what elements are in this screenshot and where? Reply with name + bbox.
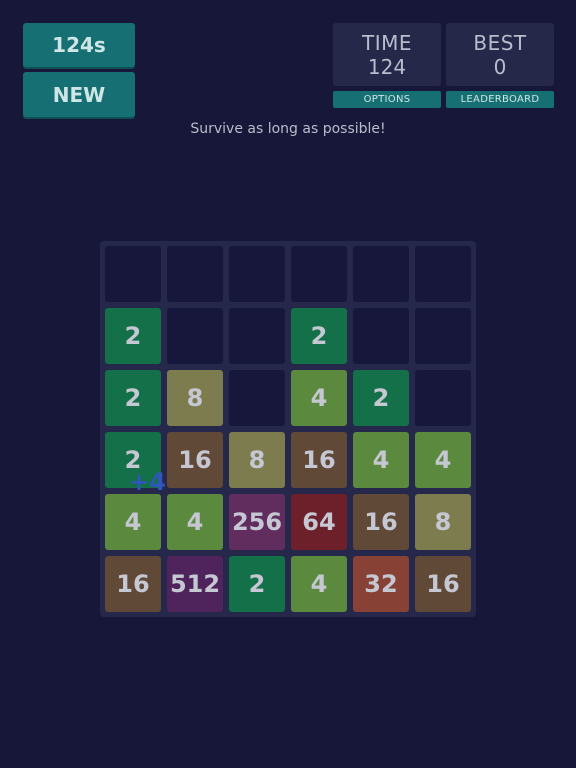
board-cell bbox=[229, 308, 285, 364]
tile-4: 4 bbox=[353, 432, 409, 488]
tile-512: 512 bbox=[167, 556, 223, 612]
tile-4: 4 bbox=[291, 556, 347, 612]
board-cell bbox=[353, 308, 409, 364]
tile-8: 8 bbox=[415, 494, 471, 550]
tile-16: 16 bbox=[167, 432, 223, 488]
tile-4: 4 bbox=[291, 370, 347, 426]
tile-2: 2 bbox=[353, 370, 409, 426]
tile-2: 2 bbox=[229, 556, 285, 612]
tile-4: 4 bbox=[105, 494, 161, 550]
time-label: TIME bbox=[361, 30, 412, 55]
tile-8: 8 bbox=[167, 370, 223, 426]
board-cell bbox=[291, 246, 347, 302]
options-button[interactable]: OPTIONS bbox=[333, 91, 441, 108]
board-cell bbox=[353, 246, 409, 302]
tile-64: 64 bbox=[291, 494, 347, 550]
tile-8: 8 bbox=[229, 432, 285, 488]
tile-2: 2 bbox=[291, 308, 347, 364]
board-cell bbox=[415, 370, 471, 426]
board-cell bbox=[415, 246, 471, 302]
game-subtitle: Survive as long as possible! bbox=[190, 121, 386, 137]
board-cell bbox=[229, 246, 285, 302]
board-cell bbox=[415, 308, 471, 364]
game-screen: 124s NEW TIME 124 BEST 0 OPTIONS LEADERB… bbox=[0, 0, 576, 768]
bonus-time-indicator: +4 bbox=[129, 468, 166, 496]
board-cell bbox=[167, 246, 223, 302]
leaderboard-button[interactable]: LEADERBOARD bbox=[446, 91, 554, 108]
tile-16: 16 bbox=[291, 432, 347, 488]
tile-16: 16 bbox=[353, 494, 409, 550]
board-cell bbox=[105, 246, 161, 302]
board-cell bbox=[167, 308, 223, 364]
time-box: TIME 124 bbox=[333, 23, 441, 86]
game-board[interactable]: 2 2 2 8 4 2 2 16 8 16 4 4 4 4 256 64 16 8 16 512 2 4 32 16 bbox=[100, 241, 476, 617]
best-label: BEST bbox=[473, 30, 527, 55]
best-box: BEST 0 bbox=[446, 23, 554, 86]
timer-button[interactable]: 124s bbox=[23, 23, 135, 67]
tile-4: 4 bbox=[415, 432, 471, 488]
tile-4: 4 bbox=[167, 494, 223, 550]
time-value: 124 bbox=[367, 54, 407, 79]
new-game-button[interactable]: NEW bbox=[23, 72, 135, 117]
tile-2: 2 bbox=[105, 370, 161, 426]
tile-16: 16 bbox=[105, 556, 161, 612]
best-value: 0 bbox=[493, 54, 507, 79]
tile-2: 2 bbox=[105, 308, 161, 364]
tile-32: 32 bbox=[353, 556, 409, 612]
board-cell bbox=[229, 370, 285, 426]
tile-256: 256 bbox=[229, 494, 285, 550]
tile-16: 16 bbox=[415, 556, 471, 612]
